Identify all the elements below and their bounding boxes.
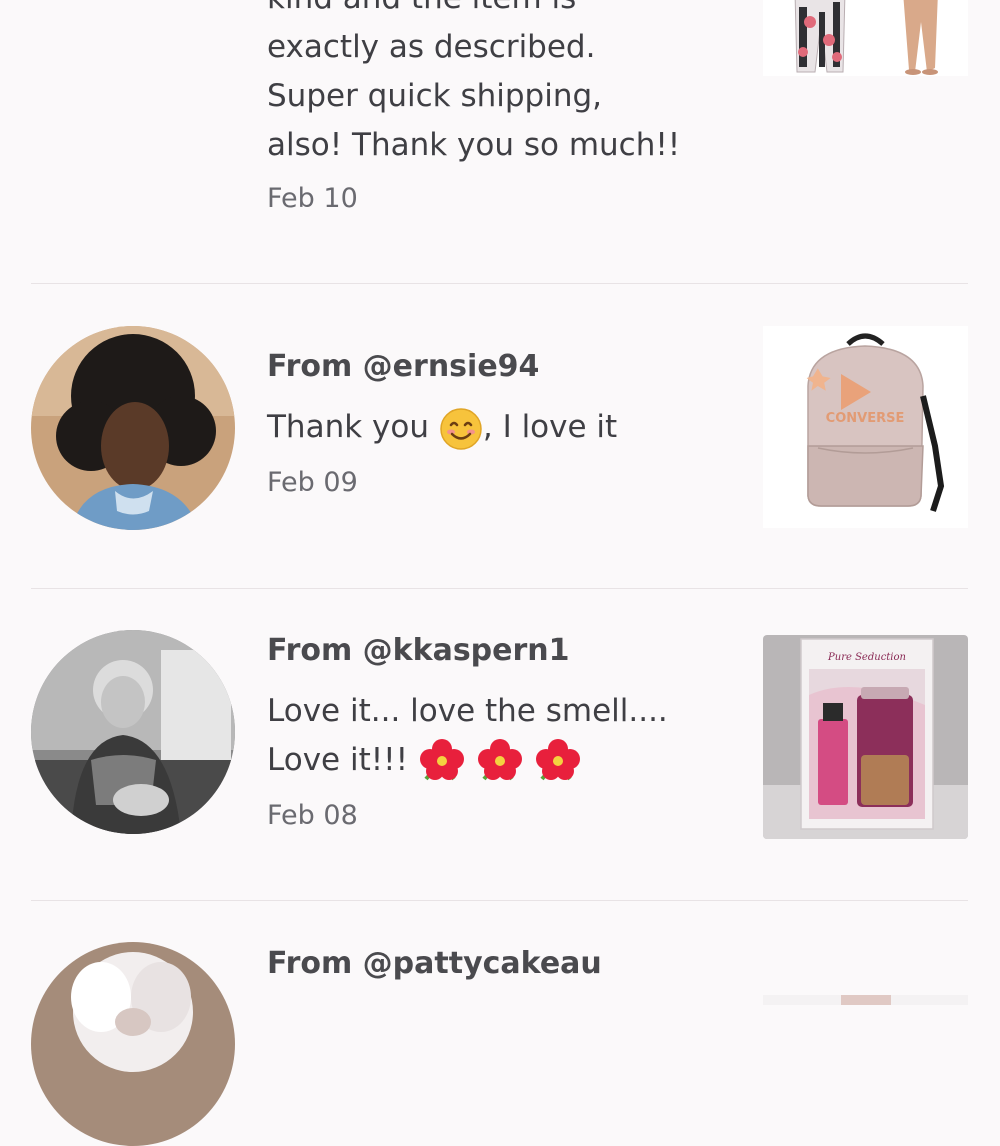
review-author[interactable]: From @kkaspern1 <box>267 633 570 668</box>
review-author[interactable]: From @pattycakeau <box>267 946 602 981</box>
product-thumbnail[interactable] <box>763 995 968 1005</box>
review-author[interactable]: From @ernsie94 <box>267 349 539 384</box>
review-message-line: Love it... love the smell.... <box>267 693 668 729</box>
divider <box>31 588 968 589</box>
fragrance-gift-set-product-image: Pure Seduction <box>763 635 968 839</box>
converse-backpack-product-image: CONVERSE <box>763 326 968 528</box>
divider <box>31 900 968 901</box>
backpack-brand-text: CONVERSE <box>826 411 905 426</box>
review-message: Thank you , I love it <box>267 403 617 452</box>
review-date: Feb 10 <box>267 183 358 214</box>
product-thumbnail[interactable]: CONVERSE <box>763 326 968 528</box>
divider <box>31 283 968 284</box>
avatar[interactable] <box>31 942 235 1146</box>
review-message-line: exactly as described. <box>267 29 596 65</box>
hibiscus-emoji <box>419 738 464 780</box>
review-message-line: Love it!!! <box>267 736 668 785</box>
hibiscus-emoji <box>477 738 522 780</box>
review-message-text: Thank you <box>267 409 439 445</box>
review-message-text: , I love it <box>482 409 618 445</box>
review-date: Feb 08 <box>267 800 358 831</box>
review-message-line: Super quick shipping, <box>267 78 603 114</box>
review-message-line: kind and the item is <box>267 0 680 23</box>
review-message: Love it... love the smell.... Love it!!! <box>267 687 668 785</box>
review-message-line: also! Thank you so much!! <box>267 127 681 163</box>
review-message: kind and the item is exactly as describe… <box>267 0 680 170</box>
user-avatar-image <box>31 326 235 530</box>
product-image <box>763 995 968 1005</box>
gift-set-title-text: Pure Seduction <box>827 652 906 663</box>
hibiscus-emoji <box>535 738 580 780</box>
product-thumbnail[interactable]: Pure Seduction <box>763 635 968 839</box>
user-avatar-image <box>31 630 235 834</box>
smiling-face-emoji <box>440 407 482 450</box>
pajama-pants-product-image <box>763 0 968 76</box>
user-avatar-image <box>31 942 235 1146</box>
avatar[interactable] <box>31 326 235 530</box>
avatar[interactable] <box>31 630 235 834</box>
review-message-text: Love it!!! <box>267 742 418 778</box>
review-date: Feb 09 <box>267 467 358 498</box>
product-thumbnail[interactable] <box>763 0 968 76</box>
